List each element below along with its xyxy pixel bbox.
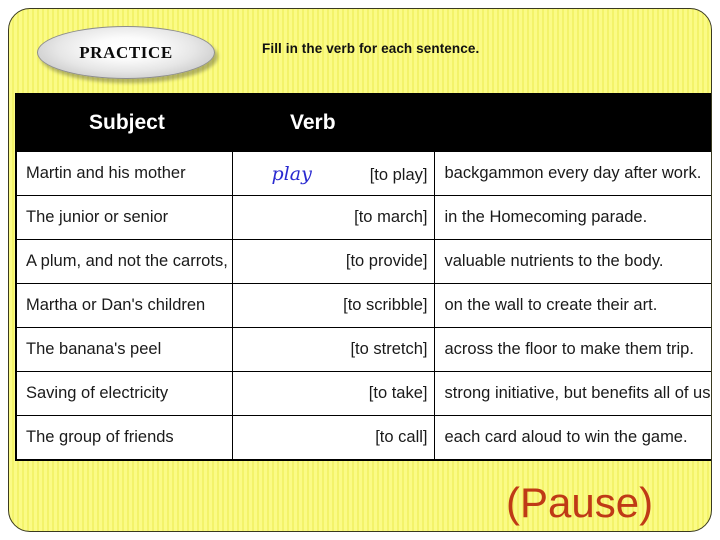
cell-subject: The junior or senior (15, 195, 233, 240)
table-header-row: Subject Verb (16, 94, 711, 152)
cell-predicate: on the wall to create their art. (433, 283, 711, 328)
table-row: The junior or senior [to march] in the Hom… (15, 195, 711, 240)
cell-verb-answer[interactable]: [to provide] (231, 239, 435, 284)
column-header-predicate (434, 94, 711, 152)
verb-practice-table: Subject Verb Martin and his mother play [t… (15, 93, 711, 461)
verb-cell-wrapper: [to call] (242, 428, 428, 447)
cell-predicate: across the floor to make them trip. (433, 327, 711, 372)
instruction-text: Fill in the verb for each sentence. (262, 41, 480, 56)
cell-predicate: strong initiative, but benefits all of u… (433, 371, 711, 416)
column-header-subject: Subject (16, 94, 232, 152)
cell-subject: Martha or Dan's children (15, 283, 233, 328)
verb-cell-wrapper: [to march] (242, 208, 428, 227)
table-row: The group of friends [to call] each card a… (15, 415, 711, 461)
cell-verb-answer[interactable]: [to march] (231, 195, 435, 240)
table-row: Martin and his mother play [to play] backga… (15, 151, 711, 196)
verb-cell-wrapper: [to take] (242, 384, 428, 403)
handwritten-answer: play (271, 162, 312, 185)
cell-verb-answer[interactable]: [to stretch] (231, 327, 435, 372)
verb-cue: [to play] (369, 165, 428, 184)
table-row: Martha or Dan's children [to scribble] on … (15, 283, 711, 328)
cell-predicate: each card aloud to win the game. (433, 415, 711, 461)
cell-subject: Saving of electricity (15, 371, 233, 416)
verb-cue: [to march] (354, 208, 428, 226)
practice-badge-label: PRACTICE (79, 42, 173, 62)
practice-badge: PRACTICE (37, 26, 215, 79)
yellow-slide-panel: PRACTICE Fill in the verb for each sente… (8, 8, 712, 532)
cell-subject: The group of friends (15, 415, 233, 461)
verb-cue: [to stretch] (350, 340, 428, 358)
verb-cell-wrapper: [to scribble] (242, 296, 428, 315)
column-header-verb: Verb (232, 94, 434, 152)
verb-cell-wrapper: [to stretch] (242, 340, 428, 359)
cell-subject: The banana's peel (15, 327, 233, 372)
table-row: The banana's peel [to stretch] across the … (15, 327, 711, 372)
table-row: Saving of electricity [to take] strong ini… (15, 371, 711, 416)
cell-predicate: valuable nutrients to the body. (433, 239, 711, 284)
table-row: A plum, and not the carrots, [to provide]… (15, 239, 711, 284)
verb-cue: [to call] (375, 428, 428, 446)
verb-cue: [to provide] (345, 252, 428, 270)
cell-predicate: backgammon every day after work. (433, 151, 711, 196)
table-body: Martin and his mother play [to play] backga… (15, 151, 711, 461)
cell-subject: A plum, and not the carrots, (15, 239, 233, 284)
verb-cue: [to take] (368, 384, 428, 402)
cell-verb-answer[interactable]: [to take] (231, 371, 435, 416)
verb-cue: [to scribble] (343, 296, 428, 314)
pause-label: (Pause) (506, 479, 654, 526)
cell-verb-answer[interactable]: play [to play] (231, 151, 435, 196)
slide-canvas: PRACTICE Fill in the verb for each sente… (0, 0, 720, 540)
cell-predicate: in the Homecoming parade. (433, 195, 711, 240)
cell-verb-answer[interactable]: [to scribble] (231, 283, 435, 328)
verb-cell-wrapper: play [to play] (242, 163, 428, 185)
cell-subject: Martin and his mother (15, 151, 233, 196)
table-header: Subject Verb (16, 94, 711, 152)
cell-verb-answer[interactable]: [to call] (231, 415, 435, 461)
verb-cell-wrapper: [to provide] (242, 252, 428, 271)
